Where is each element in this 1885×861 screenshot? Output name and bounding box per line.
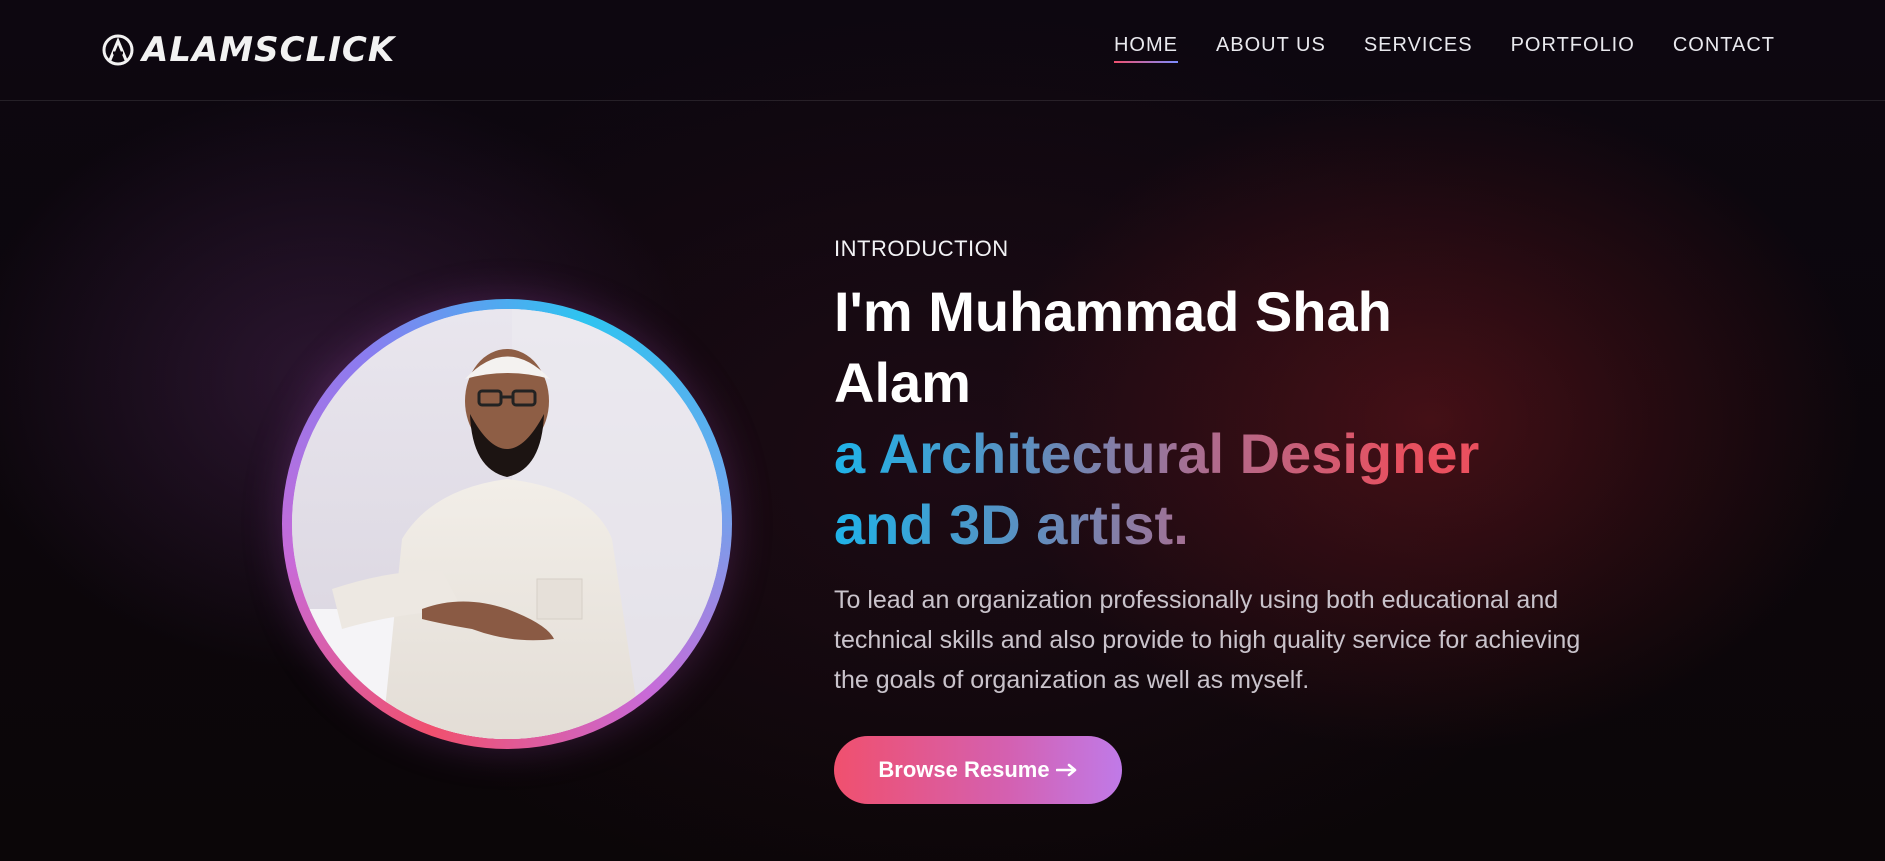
- browse-resume-label: Browse Resume: [878, 757, 1050, 782]
- portrait-ring: [282, 299, 732, 749]
- nav-about-us[interactable]: ABOUT US: [1216, 34, 1326, 63]
- arrow-right-icon: [1055, 763, 1076, 777]
- logo[interactable]: ALAMSCLICK: [100, 30, 395, 70]
- main-nav: HOME ABOUT US SERVICES PORTFOLIO CONTACT: [1113, 34, 1775, 63]
- logo-mark-icon: [102, 34, 134, 66]
- nav-portfolio[interactable]: PORTFOLIO: [1511, 34, 1635, 63]
- browse-resume-button[interactable]: Browse Resume: [834, 736, 1122, 804]
- profile-photo-illustration: [292, 309, 722, 739]
- hero-subtitle: a Architectural Designer and 3D artist.: [834, 418, 1594, 560]
- page: ALAMSCLICK HOME ABOUT US SERVICES PORTFO…: [0, 0, 1885, 861]
- nav-services[interactable]: SERVICES: [1364, 34, 1473, 63]
- hero-description: To lead an organization professionally u…: [834, 586, 1581, 694]
- logo-text: ALAMSCLICK: [142, 30, 396, 70]
- nav-home[interactable]: HOME: [1113, 34, 1178, 63]
- hero-section: INTRODUCTION I'm Muhammad Shah Alam a Ar…: [834, 230, 1654, 700]
- profile-photo: [292, 309, 722, 739]
- nav-contact[interactable]: CONTACT: [1673, 34, 1775, 63]
- hero-title: I'm Muhammad Shah Alam: [834, 280, 1392, 414]
- intro-label: INTRODUCTION: [834, 236, 1009, 261]
- site-header: ALAMSCLICK HOME ABOUT US SERVICES PORTFO…: [0, 0, 1885, 101]
